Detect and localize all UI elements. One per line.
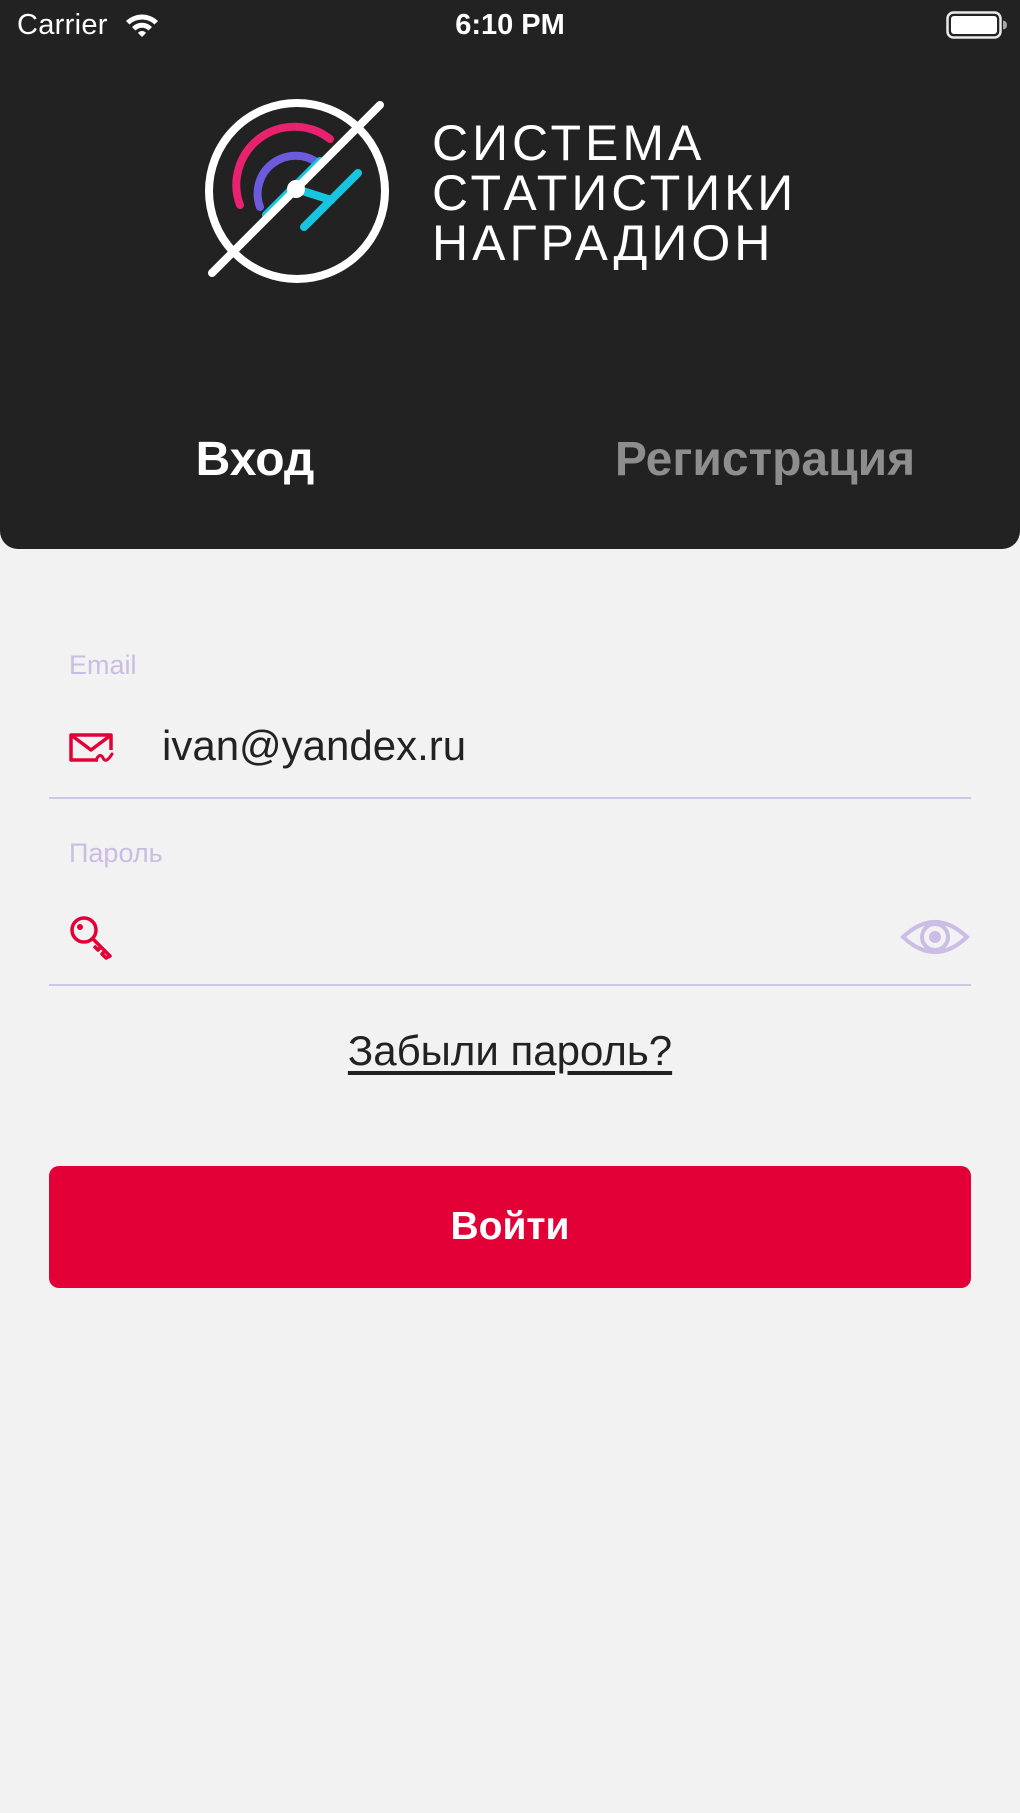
mail-icon: [69, 733, 114, 762]
eye-icon[interactable]: [900, 915, 970, 959]
logo-line: НАГРАДИОН: [432, 215, 775, 271]
logo-line: СИСТЕМА: [432, 115, 706, 171]
nagradion-logo-mark: [205, 99, 389, 283]
logo-line: СТАТИСТИКИ: [432, 165, 798, 221]
status-bar: Carrier 6:10 PM: [0, 0, 1020, 54]
email-field[interactable]: [162, 722, 862, 770]
header: Carrier 6:10 PM СИСТЕМА СТАТИСТИКИ НАГРА…: [0, 0, 1020, 549]
tab-register[interactable]: Регистрация: [510, 432, 1020, 487]
tab-login[interactable]: Вход: [0, 432, 510, 487]
email-underline: [49, 797, 971, 799]
key-icon: [70, 916, 112, 960]
login-button[interactable]: Войти: [49, 1166, 971, 1288]
password-underline: [49, 984, 971, 986]
forgot-password-link[interactable]: Забыли пароль?: [0, 1027, 1020, 1075]
clock: 6:10 PM: [455, 9, 565, 41]
battery-icon: [946, 11, 1007, 39]
login-button-label: Войти: [450, 1205, 570, 1248]
password-field[interactable]: [162, 910, 862, 958]
email-label: Email: [69, 650, 137, 680]
logo-wordmark: СИСТЕМА СТАТИСТИКИ НАГРАДИОН: [432, 118, 797, 268]
password-label: Пароль: [69, 838, 163, 868]
